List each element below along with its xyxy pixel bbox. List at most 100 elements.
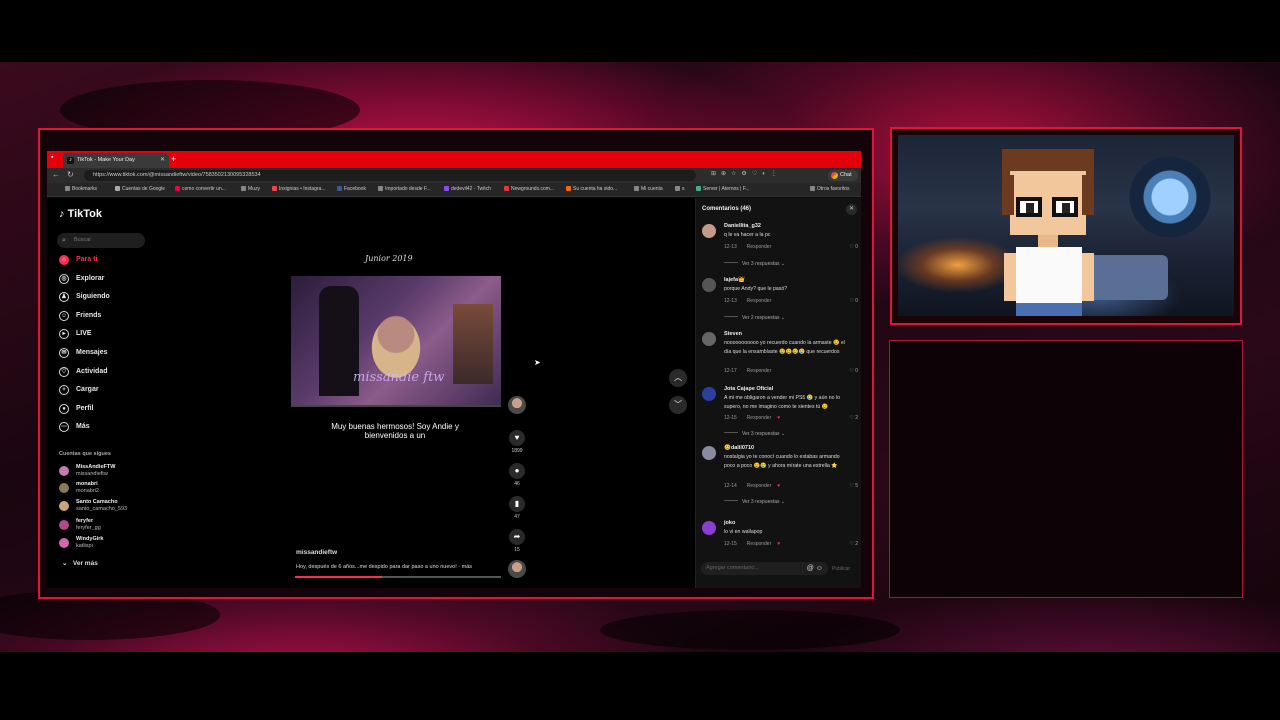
- new-tab-button[interactable]: +: [171, 154, 176, 164]
- comment-username[interactable]: lajefa👑: [724, 277, 745, 283]
- avatar[interactable]: [702, 521, 716, 535]
- comment-username[interactable]: 😊dalil0710: [724, 445, 754, 451]
- comment-username[interactable]: Steven: [724, 331, 742, 337]
- comment-button[interactable]: ● 46: [508, 463, 526, 487]
- next-video-button[interactable]: ﹀: [669, 396, 687, 414]
- video-player[interactable]: missandie ftw: [291, 276, 501, 406]
- explore-icon: ◎: [59, 274, 69, 284]
- tiktok-logo[interactable]: ♪ TikTok: [59, 208, 102, 220]
- comment-count: 46: [514, 481, 520, 487]
- reload-icon[interactable]: ↻: [67, 170, 74, 179]
- video-caption: Muy buenas hermosos! Soy Andie y bienven…: [331, 422, 459, 440]
- bookmark-item[interactable]: s: [675, 186, 685, 192]
- avatar[interactable]: [702, 446, 716, 460]
- close-icon[interactable]: ✕: [846, 204, 857, 215]
- nav-item-m-s[interactable]: ⋯ Más: [59, 421, 90, 433]
- comment-like-button[interactable]: ♡ 2: [849, 541, 858, 547]
- nav-item-live[interactable]: ▸ LIVE: [59, 328, 92, 340]
- share-icon: ➦: [509, 529, 525, 545]
- comment-like-button[interactable]: ♡ 0: [849, 244, 858, 250]
- reply-button[interactable]: Responder: [747, 483, 771, 489]
- share-button[interactable]: ➦ 15: [508, 529, 526, 553]
- nav-item-mensajes[interactable]: ✉ Mensajes: [59, 347, 108, 359]
- bookmark-item[interactable]: Facebook: [337, 186, 366, 192]
- bookmark-item[interactable]: Su cuenta ha sido...: [566, 186, 617, 192]
- avatar: [59, 538, 69, 548]
- reply-button[interactable]: Responder: [747, 368, 771, 374]
- nav-item-friends[interactable]: ☺ Friends: [59, 310, 101, 322]
- bookmark-item[interactable]: Mi cuenta: [634, 186, 663, 192]
- avatar[interactable]: [702, 278, 716, 292]
- video-progress-bar[interactable]: [295, 576, 501, 578]
- previous-video-button[interactable]: ︿: [669, 369, 687, 387]
- nav-item-para-ti[interactable]: ⌂ Para ti: [59, 254, 97, 266]
- like-button[interactable]: ♥ 1899: [508, 430, 526, 454]
- tab-menu-icon[interactable]: ▪: [51, 154, 59, 164]
- account-name: Santo Camacho: [76, 499, 118, 505]
- comment-date: 12-15: [724, 541, 737, 547]
- comment-like-button[interactable]: ♡ 0: [849, 368, 858, 374]
- view-replies-button[interactable]: Ver 3 respuestas ⌄: [724, 431, 785, 437]
- reply-button[interactable]: Responder: [747, 298, 771, 304]
- view-replies-button[interactable]: Ver 3 respuestas ⌄: [724, 499, 785, 505]
- bookmark-item[interactable]: como convertir un...: [175, 186, 226, 192]
- nav-item-explorar[interactable]: ◎ Explorar: [59, 273, 104, 285]
- reply-button[interactable]: Responder: [747, 541, 771, 547]
- tab-tiktok[interactable]: ♪ TikTok - Make Your Day ✕: [63, 153, 169, 168]
- nav-item-cargar[interactable]: + Cargar: [59, 384, 99, 396]
- comment-username[interactable]: Daniellita_g32: [724, 223, 761, 229]
- video-signature: Junior 2019: [365, 254, 413, 263]
- bookmark-item[interactable]: Otros favoritos: [810, 186, 850, 192]
- bookmark-item[interactable]: dedevil42 - Twitch: [444, 186, 491, 192]
- nav-item-perfil[interactable]: ● Perfil: [59, 403, 94, 415]
- creator-avatar[interactable]: [508, 396, 526, 414]
- comment-text: q le va hacer a la pc: [724, 232, 771, 238]
- url-field[interactable]: https://www.tiktok.com/@missandieftw/vid…: [84, 170, 696, 181]
- nav-item-siguiendo[interactable]: ♟ Siguiendo: [59, 291, 110, 303]
- search-input[interactable]: ⌕ Buscar: [57, 233, 145, 248]
- post-comment-button[interactable]: Publicar: [832, 566, 850, 572]
- bookmark-item[interactable]: Cuentas de Google: [115, 186, 165, 192]
- comment-date: 12-15: [724, 415, 737, 421]
- video-username[interactable]: missandieftw: [296, 549, 337, 556]
- comment-like-button[interactable]: ♡ 5: [849, 483, 858, 489]
- bookmark-icon: [115, 186, 120, 191]
- nav-item-actividad[interactable]: ♡ Actividad: [59, 366, 108, 378]
- comment-date: 12-13: [724, 298, 737, 304]
- close-tab-icon[interactable]: ✕: [160, 153, 165, 168]
- friends-icon: ☺: [59, 311, 69, 321]
- back-icon[interactable]: ←: [52, 170, 60, 179]
- bookmark-item[interactable]: Importado desde F...: [378, 186, 431, 192]
- bookmark-item[interactable]: Bookmarks: [65, 186, 97, 192]
- comment-username[interactable]: joko: [724, 520, 735, 526]
- extension-icons[interactable]: ⊞⊕☆⚙♡◐⋮: [711, 170, 782, 177]
- avatar-eye: [1062, 203, 1070, 213]
- reply-button[interactable]: Responder: [747, 244, 771, 250]
- more-icon: ⋯: [59, 422, 69, 432]
- comment-username[interactable]: Jota Cajape Oficial: [724, 386, 773, 392]
- comment-like-button[interactable]: ♡ 0: [849, 298, 858, 304]
- chat-button[interactable]: Chat: [828, 170, 858, 181]
- creator-liked-icon: ♥: [777, 541, 781, 547]
- music-avatar[interactable]: [508, 560, 526, 578]
- bookmark-item[interactable]: Server | Aternos | F...: [696, 186, 750, 192]
- comment-icon: ●: [509, 463, 525, 479]
- comment-input[interactable]: Agregar comentario... @☺: [701, 562, 828, 575]
- avatar[interactable]: [702, 387, 716, 401]
- view-replies-button[interactable]: Ver 2 respuestas ⌄: [724, 315, 785, 321]
- reply-button[interactable]: Responder: [747, 415, 771, 421]
- avatar[interactable]: [702, 332, 716, 346]
- bookmark-item[interactable]: Muzy: [241, 186, 260, 192]
- see-more-button[interactable]: ⌄ Ver más: [62, 559, 98, 567]
- view-replies-button[interactable]: Ver 3 respuestas ⌄: [724, 261, 785, 267]
- tiktok-page: ♪ TikTok ⌕ Buscar ⌂ Para ti ◎ Explorar ♟ Sigu…: [47, 198, 861, 588]
- mention-emoji-icons[interactable]: @☺: [807, 562, 825, 575]
- save-button[interactable]: ▮ 47: [508, 496, 526, 520]
- bookmark-item[interactable]: Newgrounds.com...: [504, 186, 554, 192]
- bookmark-item[interactable]: Insignias • Instagra...: [272, 186, 326, 192]
- comments-title: Comentarios (46): [702, 206, 752, 212]
- comment-like-button[interactable]: ♡ 2: [849, 415, 858, 421]
- video-description[interactable]: Hoy, después de 6 años...me despido para…: [296, 564, 472, 570]
- avatar[interactable]: [702, 224, 716, 238]
- account-handle: katlispi: [76, 543, 93, 549]
